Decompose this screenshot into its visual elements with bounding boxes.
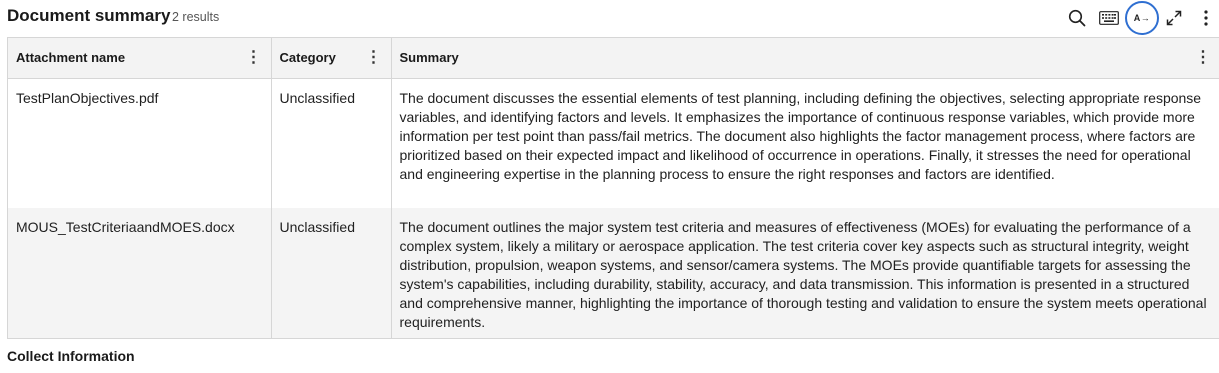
column-header-category[interactable]: Category ⋮ bbox=[271, 38, 392, 79]
translate-button[interactable]: A→ bbox=[1125, 1, 1159, 35]
column-menu-icon[interactable]: ⋮ bbox=[245, 47, 263, 69]
table-row[interactable]: TestPlanObjectives.pdf Unclassified The … bbox=[8, 78, 1219, 208]
more-options-button[interactable] bbox=[1190, 2, 1219, 34]
search-icon bbox=[1068, 9, 1086, 27]
section-label-collect-information: Collect Information bbox=[7, 348, 135, 364]
document-summary-table: Attachment name ⋮ Category ⋮ Summary ⋮ T… bbox=[7, 37, 1219, 339]
search-button[interactable] bbox=[1061, 2, 1093, 34]
keyboard-icon bbox=[1099, 11, 1119, 25]
more-vertical-icon bbox=[1204, 10, 1208, 26]
cell-category: Unclassified bbox=[271, 208, 392, 338]
table-header-row: Attachment name ⋮ Category ⋮ Summary ⋮ bbox=[8, 38, 1219, 79]
cell-attachment-name: MOUS_TestCriteriaandMOES.docx bbox=[8, 208, 272, 338]
cell-summary: The document outlines the major system t… bbox=[391, 208, 1219, 338]
table-row[interactable]: MOUS_TestCriteriaandMOES.docx Unclassifi… bbox=[8, 208, 1219, 338]
column-header-summary[interactable]: Summary ⋮ bbox=[391, 38, 1219, 79]
keyboard-button[interactable] bbox=[1093, 2, 1125, 34]
panel-title: Document summary bbox=[7, 6, 171, 25]
cell-attachment-name: TestPlanObjectives.pdf bbox=[8, 78, 272, 208]
column-header-attachment-name[interactable]: Attachment name ⋮ bbox=[8, 38, 272, 79]
expand-button[interactable] bbox=[1158, 2, 1190, 34]
result-count: 2 results bbox=[172, 10, 220, 24]
expand-icon bbox=[1166, 10, 1182, 26]
column-menu-icon[interactable]: ⋮ bbox=[1194, 47, 1212, 69]
column-header-label: Summary bbox=[399, 50, 459, 66]
column-menu-icon[interactable]: ⋮ bbox=[365, 47, 383, 69]
column-header-label: Category bbox=[279, 50, 336, 66]
cell-category: Unclassified bbox=[271, 78, 392, 208]
panel-header: Document summary 2 results A→ bbox=[0, 0, 1219, 36]
translate-icon: A→ bbox=[1133, 13, 1151, 23]
column-header-label: Attachment name bbox=[16, 50, 126, 66]
cell-summary: The document discusses the essential ele… bbox=[391, 78, 1219, 208]
